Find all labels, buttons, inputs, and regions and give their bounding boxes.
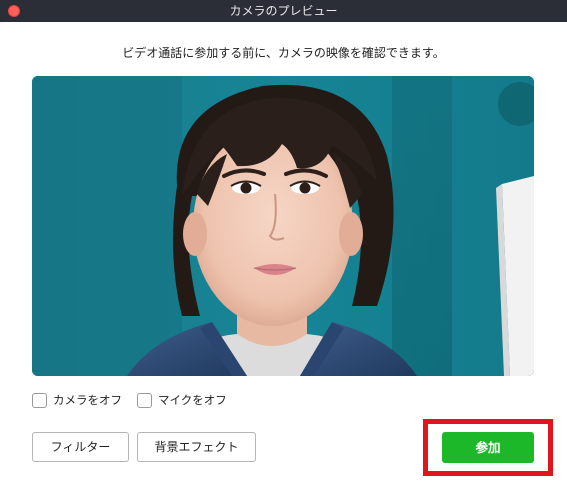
camera-preview-window: カメラのプレビュー ビデオ通話に参加する前に、カメラの映像を確認できます。 カメ…	[0, 0, 567, 485]
camera-off-checkbox[interactable]	[32, 392, 47, 408]
camera-off-toggle[interactable]: カメラをオフ	[32, 391, 122, 409]
mic-off-checkbox[interactable]	[137, 392, 152, 408]
title-bar: カメラのプレビュー	[0, 0, 567, 22]
close-icon[interactable]	[8, 5, 20, 17]
instruction-text: ビデオ通話に参加する前に、カメラの映像を確認できます。	[122, 46, 445, 60]
mic-off-label: マイクをオフ	[158, 393, 227, 407]
join-button[interactable]: 参加	[442, 432, 534, 463]
camera-preview-image	[32, 76, 534, 376]
camera-off-label: カメラをオフ	[53, 393, 122, 407]
filter-button[interactable]: フィルター	[32, 432, 129, 462]
background-effect-button[interactable]: 背景エフェクト	[137, 432, 256, 462]
camera-preview	[32, 76, 534, 376]
mic-off-toggle[interactable]: マイクをオフ	[137, 391, 227, 409]
window-title: カメラのプレビュー	[229, 4, 338, 18]
